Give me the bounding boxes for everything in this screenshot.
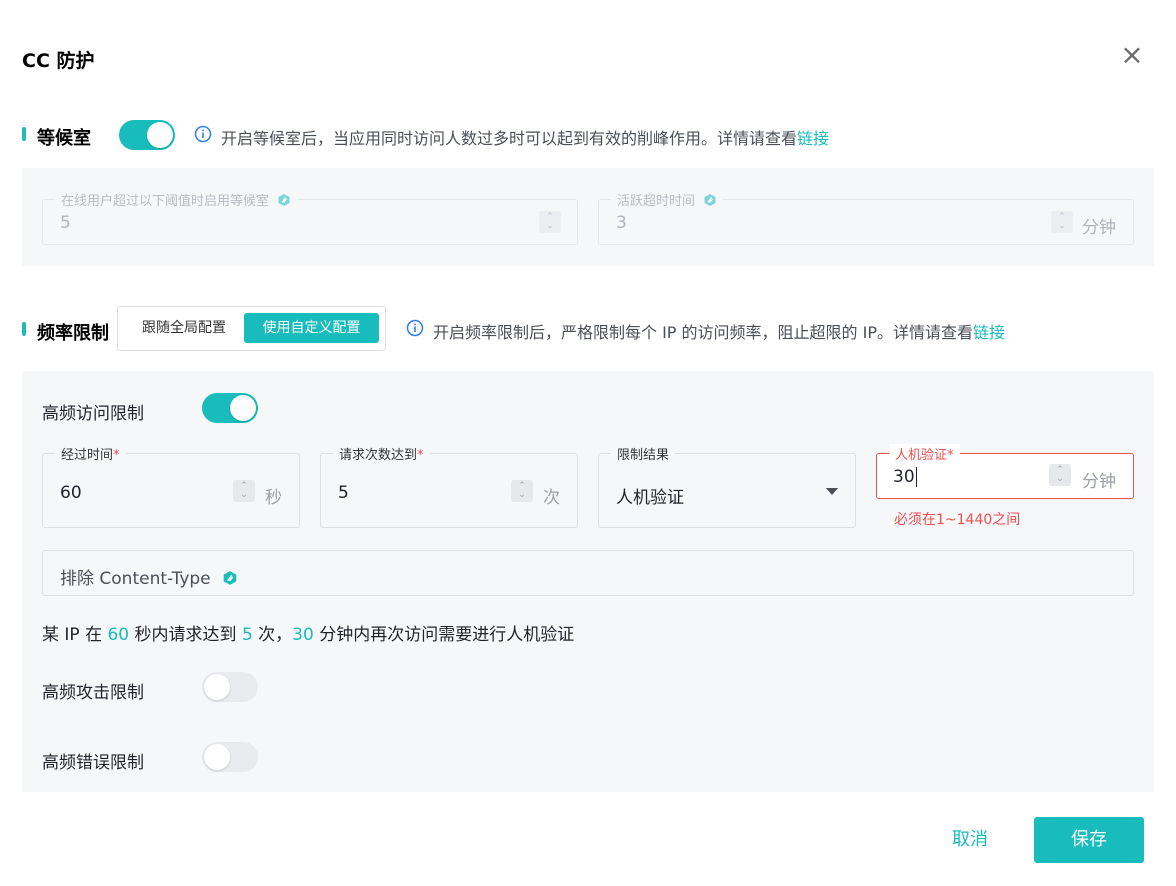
timeout-label-text: 活跃超时时间: [617, 194, 696, 209]
request-count-unit: 次: [543, 488, 560, 508]
rate-limit-info-text: 开启频率限制后，严格限制每个 IP 的访问频率，阻止超限的 IP。详情请查看: [433, 323, 973, 342]
waiting-room-info-text: 开启等候室后，当应用同时访问人数过多时可以起到有效的削峰作用。详情请查看: [221, 129, 798, 148]
required-mark: *: [417, 448, 424, 463]
cancel-button[interactable]: 取消: [940, 818, 1000, 862]
limit-result-value: 人机验证: [616, 488, 684, 508]
rate-limit-info-link[interactable]: 链接: [973, 323, 1005, 342]
toggle-knob: [204, 674, 230, 700]
timeout-value: 3: [616, 213, 627, 233]
rate-limit-info: 开启频率限制后，严格限制每个 IP 的访问频率，阻止超限的 IP。详情请查看链接: [433, 319, 1005, 343]
info-icon: [194, 125, 212, 143]
section-marker: [22, 322, 26, 336]
exclude-content-type-field[interactable]: 排除 Content-Type: [42, 550, 1134, 596]
required-mark: *: [113, 448, 120, 463]
timeout-field: 活跃超时时间 3 ⌃ ⌄ 分钟: [598, 190, 1134, 245]
high-freq-access-toggle[interactable]: [202, 393, 258, 423]
dialog-title: CC 防护: [22, 50, 95, 72]
timeout-stepper: ⌃ ⌄: [1051, 211, 1073, 233]
segment-global-config[interactable]: 跟随全局配置: [128, 313, 240, 343]
high-freq-error-label: 高频错误限制: [42, 753, 144, 773]
high-freq-access-label: 高频访问限制: [42, 404, 144, 424]
waiting-room-title: 等候室: [37, 128, 91, 149]
hint-icon: [223, 571, 237, 585]
elapsed-time-value: 60: [60, 483, 82, 503]
captcha-duration-input[interactable]: 30: [893, 467, 917, 487]
high-freq-attack-toggle[interactable]: [202, 672, 258, 702]
captcha-duration-stepper[interactable]: ⌃ ⌄: [1049, 464, 1071, 486]
threshold-stepper: ⌃ ⌄: [539, 211, 561, 233]
close-icon[interactable]: ×: [1120, 41, 1144, 69]
summary-minutes: 30: [292, 625, 314, 645]
elapsed-time-unit: 秒: [265, 488, 282, 508]
summary-part: 次，: [252, 625, 293, 645]
rate-limit-summary: 某 IP 在 60 秒内请求达到 5 次，30 分钟内再次访问需要进行人机验证: [42, 620, 574, 645]
config-mode-segmented: 跟随全局配置 使用自定义配置: [117, 306, 386, 351]
limit-result-select[interactable]: 限制结果 人机验证: [598, 444, 856, 528]
captcha-duration-error: 必须在1~1440之间: [894, 512, 1021, 528]
dropdown-arrow-icon: [826, 488, 838, 495]
request-count-stepper[interactable]: ⌃ ⌄: [511, 480, 533, 502]
toggle-knob: [147, 122, 173, 148]
section-marker: [22, 127, 26, 141]
request-count-value: 5: [338, 483, 349, 503]
summary-part: 某 IP 在: [42, 625, 108, 645]
elapsed-time-label-text: 经过时间: [61, 448, 114, 463]
summary-part: 分钟内再次访问需要进行人机验证: [313, 625, 575, 645]
captcha-duration-label-text: 人机验证: [895, 448, 948, 463]
request-count-label: 请求次数达到*: [333, 444, 430, 463]
rate-limit-title: 频率限制: [37, 323, 109, 344]
waiting-room-info: 开启等候室后，当应用同时访问人数过多时可以起到有效的削峰作用。详情请查看链接: [221, 125, 829, 149]
high-freq-error-toggle[interactable]: [202, 742, 258, 772]
toggle-knob: [204, 744, 230, 770]
threshold-label: 在线用户超过以下阈值时启用等候室: [55, 190, 298, 209]
limit-result-label: 限制结果: [611, 444, 676, 463]
summary-count: 5: [241, 625, 253, 645]
timeout-label: 活跃超时时间: [611, 190, 724, 209]
high-freq-attack-label: 高频攻击限制: [42, 683, 144, 703]
waiting-room-toggle[interactable]: [119, 120, 175, 150]
threshold-value: 5: [60, 213, 71, 233]
waiting-room-info-link[interactable]: 链接: [797, 129, 829, 148]
exclude-content-type-placeholder: 排除 Content-Type: [60, 564, 238, 589]
elapsed-time-stepper[interactable]: ⌃ ⌄: [233, 480, 255, 502]
captcha-duration-unit: 分钟: [1082, 472, 1116, 492]
captcha-duration-label: 人机验证*: [889, 444, 960, 463]
captcha-duration-field[interactable]: 人机验证* 30 ⌃ ⌄ 分钟: [876, 444, 1134, 499]
hint-icon: [704, 194, 716, 206]
summary-seconds: 60: [107, 625, 130, 645]
elapsed-time-label: 经过时间*: [55, 444, 126, 463]
info-icon: [406, 319, 424, 337]
threshold-field: 在线用户超过以下阈值时启用等候室 5 ⌃ ⌄: [42, 190, 578, 245]
summary-part: 秒内请求达到: [129, 625, 242, 645]
elapsed-time-field[interactable]: 经过时间* 60 ⌃ ⌄ 秒: [42, 444, 300, 528]
threshold-label-text: 在线用户超过以下阈值时启用等候室: [61, 194, 270, 209]
text-cursor: [915, 467, 917, 487]
required-mark: *: [947, 448, 954, 463]
hint-icon: [278, 194, 290, 206]
exclude-content-type-text: 排除 Content-Type: [60, 569, 211, 589]
request-count-field[interactable]: 请求次数达到* 5 ⌃ ⌄ 次: [320, 444, 578, 528]
save-button[interactable]: 保存: [1034, 817, 1144, 863]
request-count-label-text: 请求次数达到: [339, 448, 418, 463]
toggle-knob: [230, 395, 256, 421]
timeout-unit: 分钟: [1082, 218, 1116, 238]
segment-custom-config[interactable]: 使用自定义配置: [244, 313, 379, 343]
captcha-duration-value: 30: [893, 467, 915, 487]
